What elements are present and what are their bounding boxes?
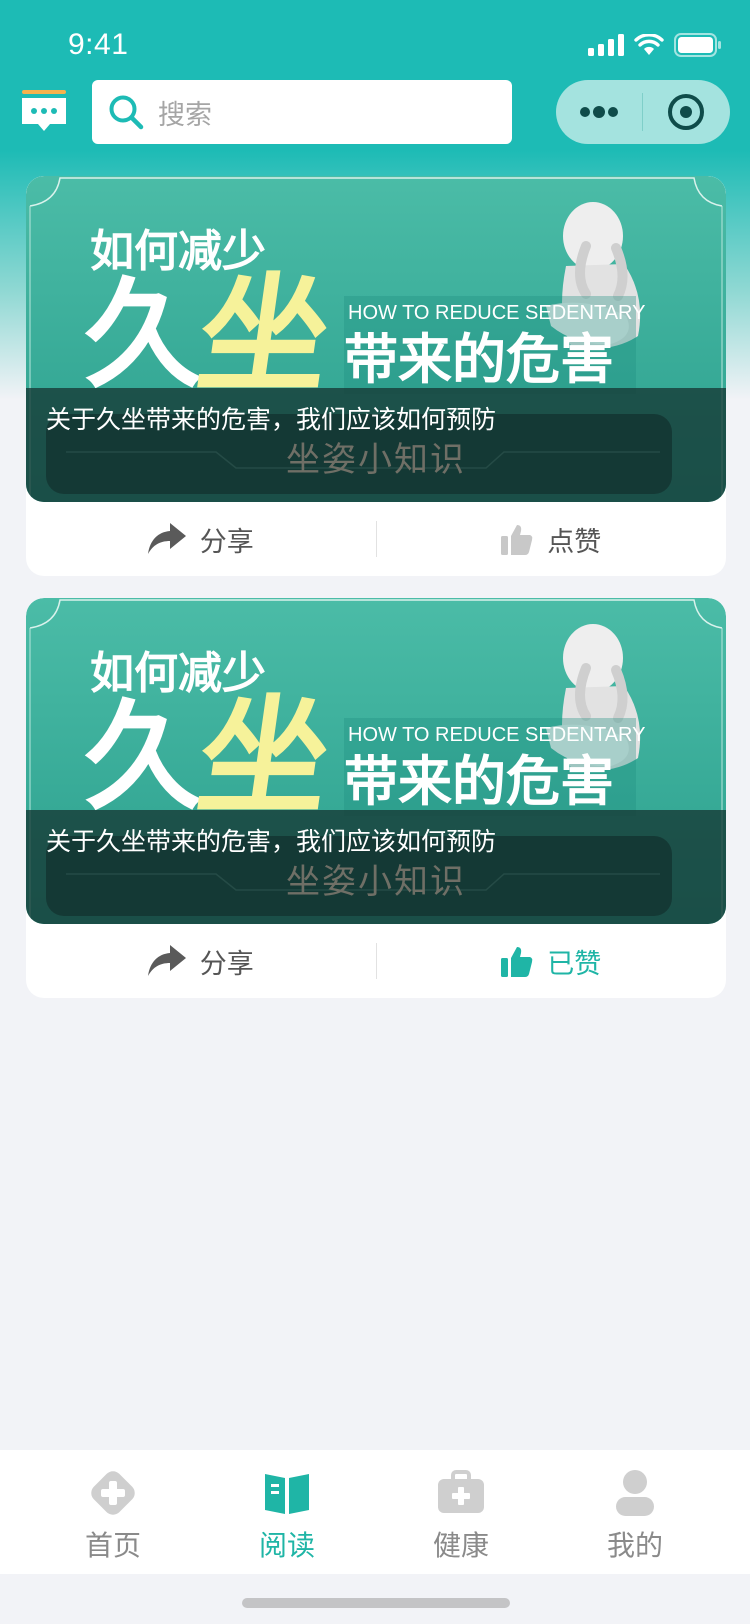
like-label: 点赞 [547, 526, 602, 558]
user-icon [616, 1470, 654, 1516]
book-icon [265, 1474, 309, 1514]
home-indicator [242, 1598, 510, 1608]
tab-label: 健康 [432, 1529, 489, 1562]
banner-subtitle: 坐姿小知识 [286, 862, 466, 902]
share-arrow-icon [147, 523, 186, 554]
banner-line3: 带来的危害 [344, 750, 614, 813]
home-cross-icon [91, 1471, 135, 1515]
target-circle-icon [668, 94, 704, 130]
thumbs-up-icon [501, 525, 533, 555]
search-input[interactable]: 搜索 [92, 80, 512, 144]
share-label: 分享 [199, 948, 254, 980]
chat-bubble-icon [22, 90, 66, 131]
article-title: 关于久坐带来的危害，我们应该如何预防 [46, 405, 497, 434]
banner-english: HOW TO REDUCE SEDENTARY [348, 302, 645, 324]
article-card[interactable]: 如何减少 久 坐 HOW TO REDUCE SEDENTARY 带来的危害 坐… [26, 176, 726, 576]
article-title: 关于久坐带来的危害，我们应该如何预防 [46, 827, 497, 856]
more-button[interactable] [556, 80, 642, 144]
like-label: 已赞 [547, 948, 602, 980]
tab-label: 我的 [606, 1529, 663, 1562]
tab-mine[interactable]: 我的 [548, 1450, 722, 1574]
status-time: 9:41 [68, 28, 129, 61]
tab-read[interactable]: 阅读 [200, 1450, 374, 1574]
close-button[interactable] [643, 80, 729, 144]
banner-big-left: 久 [84, 688, 202, 826]
share-label: 分享 [199, 526, 254, 558]
share-button[interactable]: 分享 [26, 924, 376, 998]
signal-icon [588, 34, 624, 56]
share-arrow-icon [147, 945, 186, 976]
more-dots-icon [580, 106, 618, 118]
article-actions: 分享 已赞 [26, 924, 726, 998]
like-button[interactable]: 已赞 [377, 924, 727, 998]
tab-bar: 首页 阅读 健康 我的 [0, 1450, 750, 1574]
article-card[interactable]: 如何减少 久 坐 HOW TO REDUCE SEDENTARY 带来的危害 坐… [26, 598, 726, 998]
message-button[interactable] [20, 90, 68, 136]
tab-health[interactable]: 健康 [374, 1450, 548, 1574]
tab-label: 首页 [84, 1529, 141, 1562]
like-button[interactable]: 点赞 [377, 502, 727, 576]
banner-big-left: 久 [84, 266, 202, 404]
article-actions: 分享 点赞 [26, 502, 726, 576]
tab-home[interactable]: 首页 [26, 1450, 200, 1574]
banner-subtitle: 坐姿小知识 [286, 440, 466, 480]
battery-icon [674, 33, 721, 57]
share-button[interactable]: 分享 [26, 502, 376, 576]
wifi-icon [634, 34, 664, 55]
mini-program-capsule [556, 80, 730, 144]
tab-label: 阅读 [258, 1529, 315, 1562]
status-icons [588, 30, 722, 60]
navigation-bar: 搜索 [0, 78, 750, 144]
status-bar: 9:41 [0, 0, 750, 80]
banner-line3: 带来的危害 [344, 328, 614, 391]
article-banner[interactable]: 如何减少 久 坐 HOW TO REDUCE SEDENTARY 带来的危害 坐… [26, 176, 726, 502]
medical-kit-icon [438, 1470, 484, 1513]
search-placeholder: 搜索 [158, 99, 212, 131]
thumbs-up-icon [501, 947, 533, 977]
search-icon [109, 95, 144, 130]
article-banner[interactable]: 如何减少 久 坐 HOW TO REDUCE SEDENTARY 带来的危害 坐… [26, 598, 726, 924]
banner-english: HOW TO REDUCE SEDENTARY [348, 724, 645, 746]
